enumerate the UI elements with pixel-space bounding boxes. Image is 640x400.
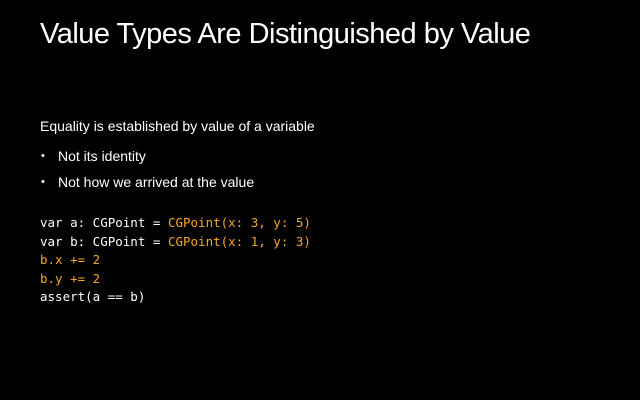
code-block: var a: CGPoint = CGPoint(x: 3, y: 5) var …: [40, 214, 311, 307]
code-line: assert(a == b): [40, 288, 311, 307]
code-text: var a: CGPoint =: [40, 215, 168, 230]
bullet-text: Not its identity: [58, 148, 146, 164]
code-text: assert(a == b): [40, 289, 146, 304]
code-highlight: CGPoint(x: 3, y: 5): [167, 215, 311, 230]
code-highlight: CGPoint(x: 1, y: 3): [167, 233, 311, 249]
code-highlight: b.x += 2: [40, 252, 101, 267]
code-highlight: b.y += 2: [40, 270, 101, 286]
lead-statement: Equality is established by value of a va…: [40, 118, 315, 134]
slide-body: Equality is established by value of a va…: [40, 118, 315, 200]
bullet-item: • Not its identity: [40, 148, 315, 164]
code-line: b.x += 2: [40, 251, 311, 270]
slide-title: Value Types Are Distinguished by Value: [40, 18, 531, 50]
presentation-slide: Value Types Are Distinguished by Value E…: [0, 0, 640, 400]
bullet-text: Not how we arrived at the value: [58, 174, 255, 190]
bullet-dot-icon: •: [41, 150, 45, 162]
bullet-item: • Not how we arrived at the value: [40, 174, 315, 190]
code-line: var b: CGPoint = CGPoint(x: 1, y: 3): [40, 233, 311, 252]
code-line: var a: CGPoint = CGPoint(x: 3, y: 5): [40, 214, 311, 233]
bullet-list: • Not its identity • Not how we arrived …: [40, 148, 315, 190]
bullet-dot-icon: •: [41, 176, 45, 188]
code-line: b.y += 2: [40, 270, 311, 289]
code-text: var b: CGPoint =: [40, 233, 168, 249]
